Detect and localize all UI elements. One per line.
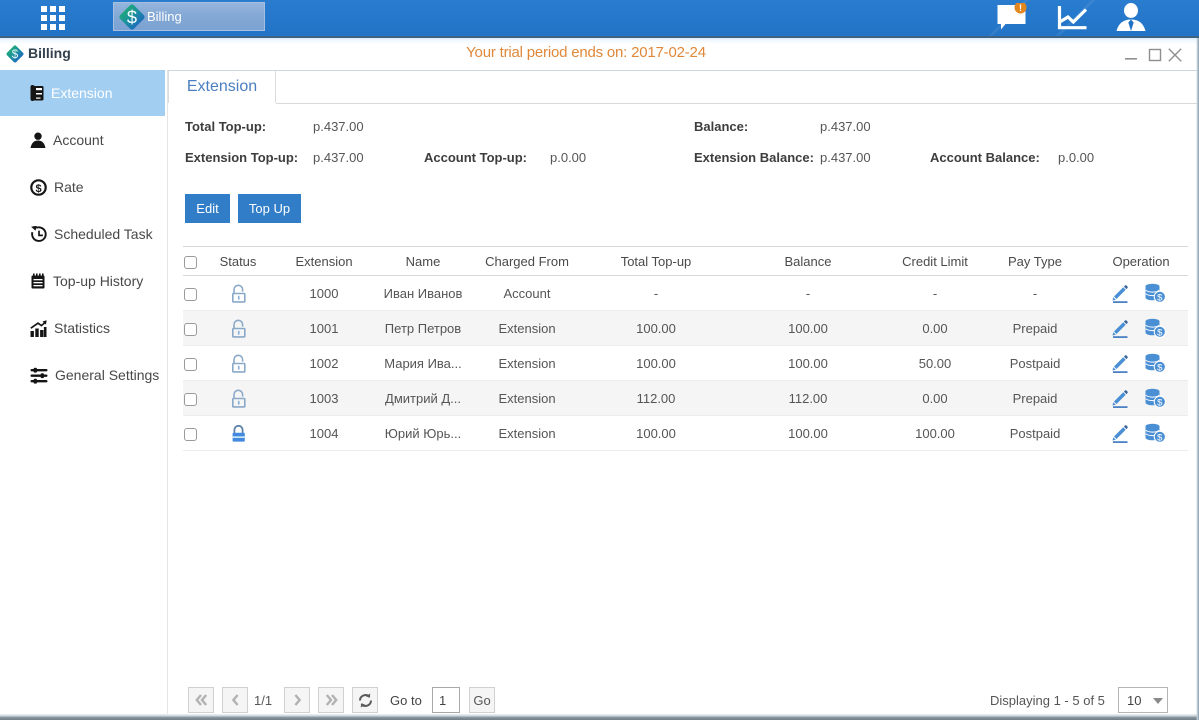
svg-text:!: ! xyxy=(1019,3,1022,13)
svg-text:$: $ xyxy=(1157,292,1163,303)
svg-text:$: $ xyxy=(1157,397,1163,408)
svg-text:$: $ xyxy=(1157,327,1163,338)
svg-text:$: $ xyxy=(35,183,41,195)
svg-text:$: $ xyxy=(1157,362,1163,373)
svg-text:$: $ xyxy=(127,6,137,27)
svg-text:$: $ xyxy=(1157,432,1163,443)
